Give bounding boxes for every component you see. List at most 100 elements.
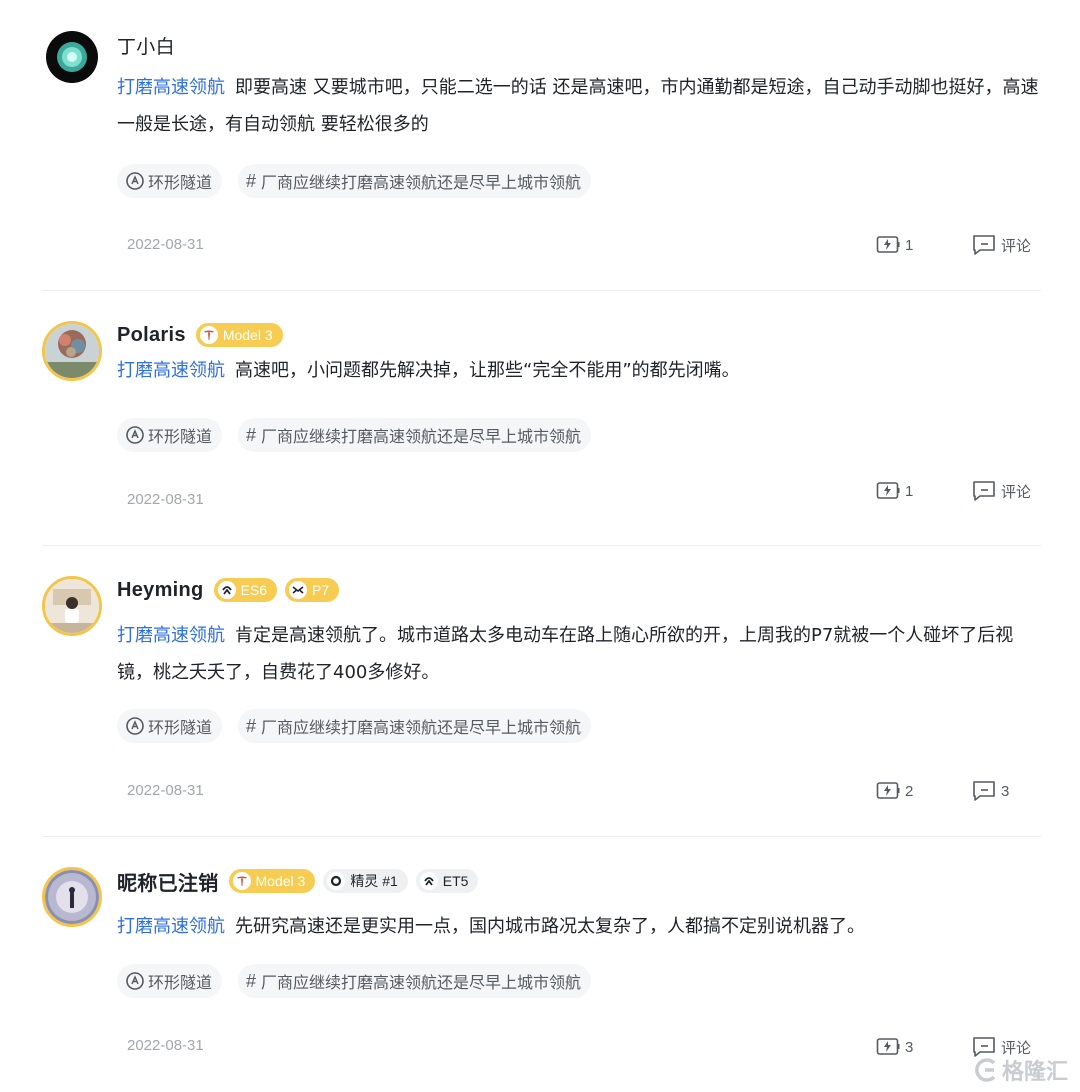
car-badge[interactable]: ES6	[213, 578, 278, 602]
charge-button[interactable]: 1	[876, 480, 913, 502]
username[interactable]: 丁小白	[117, 32, 175, 59]
post-date: 2022-08-31	[127, 236, 204, 253]
tag-list: 环形隧道 # 厂商应继续打磨高速领航还是尽早上城市领航	[117, 709, 607, 743]
topic-link[interactable]: 打磨高速领航	[117, 916, 225, 937]
watermark-logo-icon	[975, 1058, 996, 1082]
xpeng-icon	[289, 581, 308, 599]
tag-chip[interactable]: 环形隧道	[117, 964, 223, 998]
badge-label: P7	[312, 582, 330, 598]
post-content: 打磨高速领航 肯定是高速领航了。城市道路太多电动车在路上随心所欲的开，上周我的P7…	[117, 617, 1041, 691]
post-text: 即要高速 又要城市吧，只能二选一的话 还是高速吧，市内通勤都是短途，自己动手动脚…	[117, 77, 1039, 135]
post-date: 2022-08-31	[127, 782, 204, 799]
charge-icon	[876, 482, 900, 499]
charge-button[interactable]: 2	[876, 780, 913, 802]
avatar[interactable]	[46, 31, 98, 83]
comment-button[interactable]: 3	[972, 780, 1009, 802]
comment-label: 评论	[1001, 483, 1032, 501]
comment-feed: 丁小白 打磨高速领航 即要高速 又要城市吧，只能二选一的话 还是高速吧，市内通勤都…	[42, 0, 1041, 1092]
charge-count: 1	[905, 236, 914, 254]
comment-count: 3	[1001, 782, 1010, 800]
topic-link[interactable]: 打磨高速领航	[117, 77, 225, 98]
post-header: 昵称已注销 Model 3 精灵 #1 ET5	[117, 867, 486, 895]
username[interactable]: Polaris	[117, 324, 186, 347]
charge-count: 3	[905, 1038, 914, 1056]
tag-chip[interactable]: # 厂商应继续打磨高速领航还是尽早上城市领航	[238, 164, 592, 198]
tag-label: 厂商应继续打磨高速领航还是尽早上城市领航	[261, 427, 582, 446]
post-date: 2022-08-31	[127, 1037, 204, 1054]
comment-button[interactable]: 评论	[972, 480, 1031, 502]
post-content: 打磨高速领航 高速吧，小问题都先解决掉，让那些“完全不能用”的都先闭嘴。	[117, 352, 1041, 389]
post-item: 昵称已注销 Model 3 精灵 #1 ET5 打磨高速领航 先研究高速还是更实用…	[42, 837, 1041, 1092]
tag-list: 环形隧道 # 厂商应继续打磨高速领航还是尽早上城市领航	[117, 964, 607, 998]
topic-link[interactable]: 打磨高速领航	[117, 625, 225, 646]
car-badge[interactable]: Model 3	[228, 869, 316, 893]
badge-label: ET5	[442, 873, 469, 889]
community-icon	[125, 716, 145, 736]
car-badge[interactable]: Model 3	[195, 323, 283, 347]
post-text: 高速吧，小问题都先解决掉，让那些“完全不能用”的都先闭嘴。	[235, 360, 740, 381]
avatar[interactable]	[42, 321, 102, 381]
tag-label: 厂商应继续打磨高速领航还是尽早上城市领航	[261, 973, 582, 992]
comment-label: 评论	[1001, 237, 1032, 255]
post-item: Polaris Model 3 打磨高速领航 高速吧，小问题都先解决掉，让那些“完…	[42, 291, 1041, 546]
community-icon	[125, 171, 145, 191]
comment-button[interactable]: 评论	[972, 234, 1031, 256]
post-text: 肯定是高速领航了。城市道路太多电动车在路上随心所欲的开，上周我的P7就被一个人碰…	[117, 625, 1014, 683]
charge-icon	[876, 236, 900, 253]
hash-icon: #	[246, 970, 257, 991]
tesla-icon	[232, 872, 251, 890]
hash-icon: #	[246, 170, 257, 191]
post-item: 丁小白 打磨高速领航 即要高速 又要城市吧，只能二选一的话 还是高速吧，市内通勤都…	[42, 0, 1041, 291]
post-date: 2022-08-31	[127, 491, 204, 508]
watermark: 格隆汇	[972, 1054, 1068, 1086]
nio-icon	[217, 581, 236, 599]
comment-icon	[973, 235, 995, 255]
nio-icon	[419, 872, 438, 890]
charge-button[interactable]: 3	[876, 1036, 913, 1058]
post-content: 打磨高速领航 先研究高速还是更实用一点，国内城市路况太复杂了，人都搞不定别说机器了…	[117, 908, 1041, 945]
hash-icon: #	[246, 715, 257, 736]
tag-label: 厂商应继续打磨高速领航还是尽早上城市领航	[261, 718, 582, 737]
charge-count: 2	[905, 782, 914, 800]
comment-icon	[973, 781, 995, 801]
badge-label: Model 3	[255, 873, 306, 889]
tag-chip[interactable]: # 厂商应继续打磨高速领航还是尽早上城市领航	[238, 709, 592, 743]
badge-label: ES6	[240, 582, 268, 598]
post-header: Polaris Model 3	[117, 321, 291, 349]
tag-label: 环形隧道	[148, 427, 213, 446]
tag-chip[interactable]: 环形隧道	[117, 418, 223, 452]
tesla-icon	[199, 326, 218, 344]
post-header: 丁小白	[117, 31, 185, 59]
avatar[interactable]	[42, 867, 102, 927]
smart-icon	[327, 872, 346, 890]
tag-label: 环形隧道	[148, 973, 213, 992]
post-header: Heyming ES6 P7	[117, 576, 347, 604]
topic-link[interactable]: 打磨高速领航	[117, 360, 225, 381]
tag-chip[interactable]: # 厂商应继续打磨高速领航还是尽早上城市领航	[238, 418, 592, 452]
community-icon	[125, 425, 145, 445]
tag-chip[interactable]: # 厂商应继续打磨高速领航还是尽早上城市领航	[238, 964, 592, 998]
charge-icon	[876, 782, 900, 799]
tag-chip[interactable]: 环形隧道	[117, 709, 223, 743]
tag-label: 环形隧道	[148, 173, 213, 192]
car-badge[interactable]: P7	[285, 578, 340, 602]
charge-button[interactable]: 1	[876, 234, 913, 256]
tag-list: 环形隧道 # 厂商应继续打磨高速领航还是尽早上城市领航	[117, 164, 607, 198]
charge-count: 1	[905, 482, 914, 500]
username[interactable]: 昵称已注销	[117, 867, 219, 896]
tag-label: 厂商应继续打磨高速领航还是尽早上城市领航	[261, 173, 582, 192]
community-icon	[125, 971, 145, 991]
avatar[interactable]	[42, 576, 102, 636]
tag-chip[interactable]: 环形隧道	[117, 164, 223, 198]
tag-list: 环形隧道 # 厂商应继续打磨高速领航还是尽早上城市领航	[117, 418, 607, 452]
watermark-text: 格隆汇	[1001, 1060, 1068, 1085]
car-badge[interactable]: 精灵 #1	[323, 869, 408, 893]
car-badge[interactable]: ET5	[415, 869, 479, 893]
badge-label: Model 3	[222, 327, 273, 343]
post-content: 打磨高速领航 即要高速 又要城市吧，只能二选一的话 还是高速吧，市内通勤都是短途，…	[117, 69, 1041, 143]
tag-label: 环形隧道	[148, 718, 213, 737]
hash-icon: #	[246, 424, 257, 445]
post-item: Heyming ES6 P7 打磨高速领航 肯定是高速领航了。城市道路太多电动车在…	[42, 546, 1041, 837]
username[interactable]: Heyming	[117, 579, 204, 602]
badge-label: 精灵 #1	[350, 873, 398, 889]
